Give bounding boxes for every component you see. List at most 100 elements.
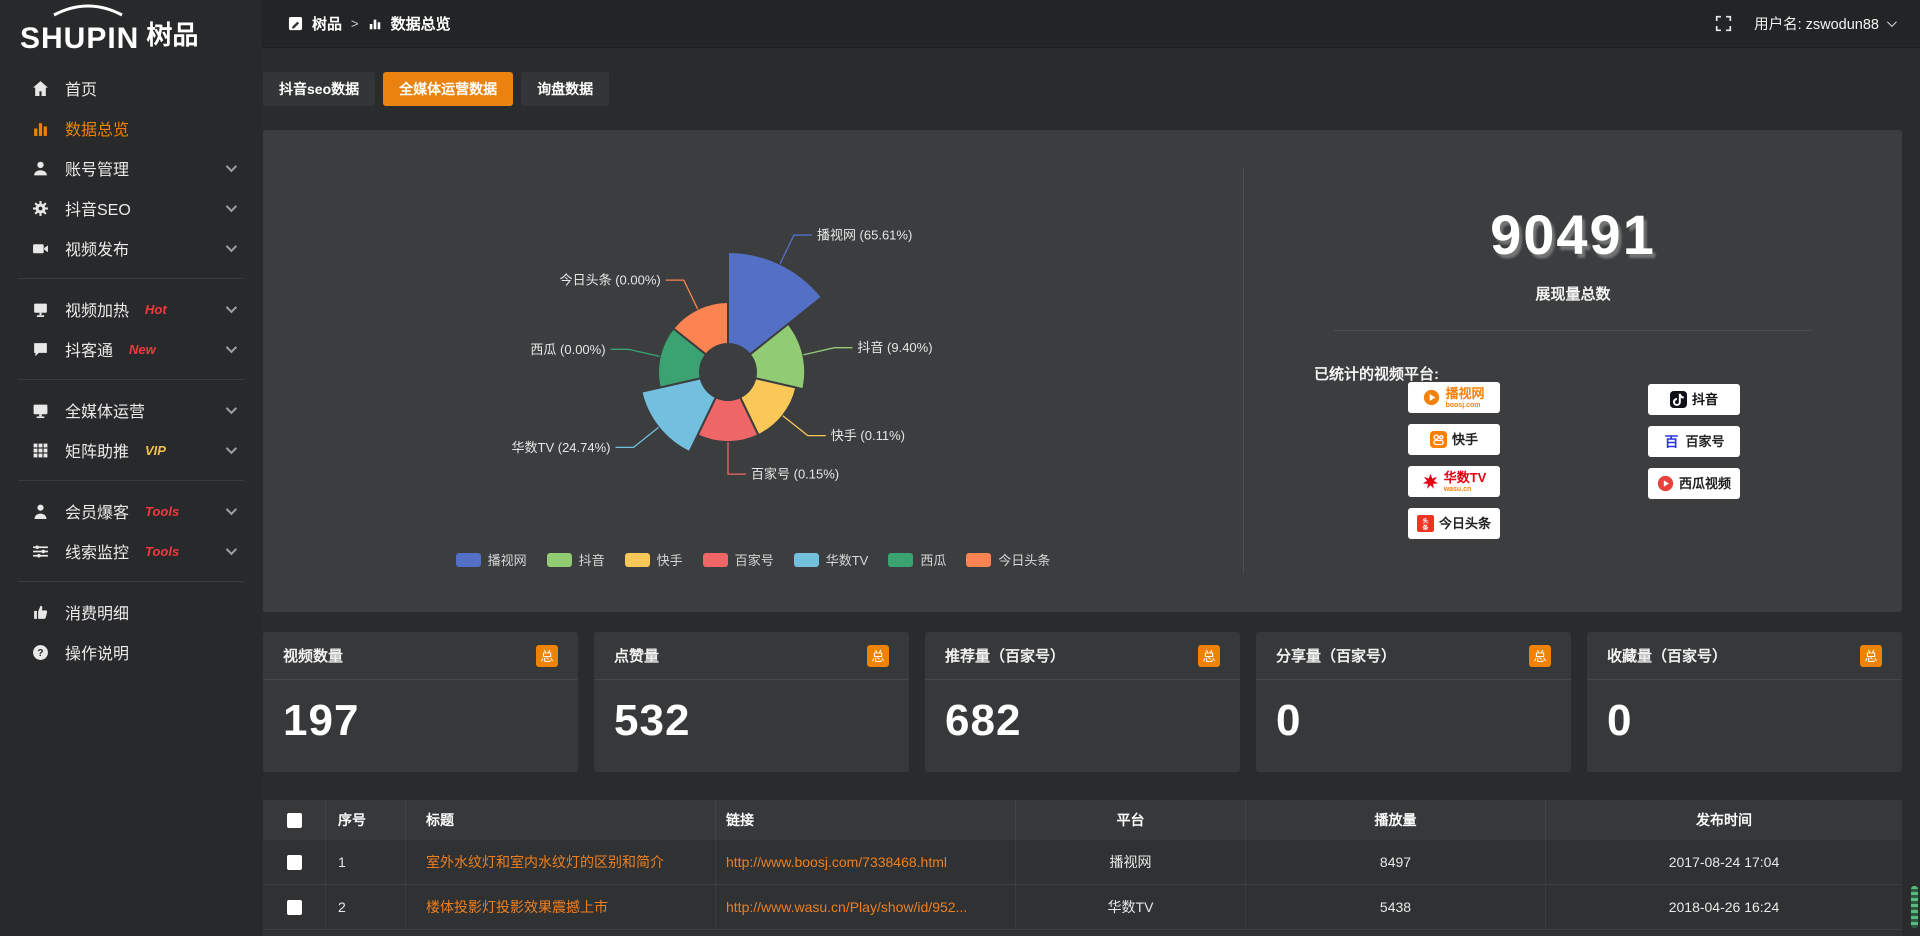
cell-no: 1 xyxy=(325,840,405,884)
tab-2[interactable]: 询盘数据 xyxy=(521,72,609,106)
breadcrumb-separator: > xyxy=(351,16,359,31)
select-all-checkbox-cell xyxy=(263,800,325,840)
pie-slice-4[interactable] xyxy=(641,378,715,452)
douyin-icon xyxy=(1670,391,1687,408)
stat-card-total-badge[interactable]: 总 xyxy=(867,645,889,667)
pie-label-3: 百家号 (0.15%) xyxy=(751,467,839,482)
sidebar-item-matrix-boost[interactable]: 矩阵助推 VIP xyxy=(0,430,262,470)
breadcrumb-root-icon xyxy=(288,16,303,31)
column-header-4: 播放量 xyxy=(1245,800,1545,840)
legend-item-6[interactable]: 今日头条 xyxy=(966,550,1050,569)
sidebar-item-consume-detail[interactable]: 消费明细 xyxy=(0,592,262,632)
legend-label: 华数TV xyxy=(826,550,869,569)
platform-badge-1: 快手 xyxy=(1408,424,1500,455)
sidebar-item-account-manage[interactable]: 账号管理 xyxy=(0,148,262,188)
stat-card-2: 推荐量（百家号） 总 682 xyxy=(925,632,1240,772)
overview-panel: 播视网 (65.61%)抖音 (9.40%)快手 (0.11%)百家号 (0.1… xyxy=(263,130,1902,612)
screen-icon xyxy=(30,299,50,319)
bill-icon xyxy=(30,602,50,622)
pie-label-line-6 xyxy=(666,280,698,309)
sidebar-item-data-overview[interactable]: 数据总览 xyxy=(0,108,262,148)
summary-panel: 90491 展现量总数 已统计的视频平台: 播视网 boosj.com 快手 华… xyxy=(1244,130,1902,612)
sidebar-item-video-publish[interactable]: 视频发布 xyxy=(0,228,262,268)
total-impressions-label: 展现量总数 xyxy=(1244,283,1902,304)
sidebar-item-member-baoke[interactable]: 会员爆客 Tools xyxy=(0,491,262,531)
pie-label-line-4 xyxy=(616,427,659,447)
column-header-0: 序号 xyxy=(325,800,405,840)
stat-card-0: 视频数量 总 197 xyxy=(263,632,578,772)
chevron-down-icon xyxy=(226,544,237,555)
page-scrollbar-thumb[interactable] xyxy=(1911,886,1918,928)
legend-item-1[interactable]: 抖音 xyxy=(547,550,605,569)
stat-card-4: 收藏量（百家号） 总 0 xyxy=(1587,632,1902,772)
column-header-5: 发布时间 xyxy=(1545,800,1902,840)
tab-0[interactable]: 抖音seo数据 xyxy=(263,72,375,106)
sidebar-item-help[interactable]: ? 操作说明 xyxy=(0,632,262,672)
fullscreen-icon[interactable] xyxy=(1715,15,1732,32)
app-logo[interactable]: SHUPIN 树品 xyxy=(0,0,262,62)
platform-badge-3: 头条 今日头条 xyxy=(1408,508,1500,539)
table-row-1: 2 楼体投影灯投影效果震撼上市 http://www.wasu.cn/Play/… xyxy=(263,885,1902,930)
stat-card-total-badge[interactable]: 总 xyxy=(1860,645,1882,667)
pie-label-line-2 xyxy=(783,416,826,436)
sidebar-menu: 首页 数据总览 账号管理 抖音SEO 视频发布 视频加热 Hot 抖客通 New xyxy=(0,68,262,672)
stat-card-total-badge[interactable]: 总 xyxy=(1529,645,1551,667)
total-impressions-value: 90491 xyxy=(1244,202,1902,267)
menu-divider xyxy=(18,379,244,380)
legend-swatch xyxy=(625,553,650,567)
legend-label: 播视网 xyxy=(488,550,527,569)
row-checkbox[interactable] xyxy=(287,900,302,915)
cell-time: 2017-08-24 17:04 xyxy=(1545,840,1902,884)
sidebar-item-douketong[interactable]: 抖客通 New xyxy=(0,329,262,369)
platform-badge-0: 播视网 boosj.com xyxy=(1408,382,1500,413)
platform-column-left: 播视网 boosj.com 快手 华数TV wasu.cn 头条 今日头条 xyxy=(1408,382,1500,550)
sidebar-item-omni-media[interactable]: 全媒体运营 xyxy=(0,390,262,430)
horizontal-divider xyxy=(1334,330,1812,331)
breadcrumb-current[interactable]: 数据总览 xyxy=(391,13,451,34)
stat-card-value: 197 xyxy=(263,680,578,746)
sidebar-item-home[interactable]: 首页 xyxy=(0,68,262,108)
sidebar-item-clue-monitor[interactable]: 线索监控 Tools xyxy=(0,531,262,571)
person-icon xyxy=(30,501,50,521)
table-body: 1 室外水纹灯和室内水纹灯的区别和简介 http://www.boosj.com… xyxy=(263,840,1902,930)
user-menu[interactable]: 用户名: zswodun88 xyxy=(1754,13,1894,34)
legend-item-0[interactable]: 播视网 xyxy=(456,550,527,569)
bar-chart-icon xyxy=(30,118,50,138)
sidebar-item-douyin-seo[interactable]: 抖音SEO xyxy=(0,188,262,228)
select-all-checkbox[interactable] xyxy=(287,813,302,828)
table-row-0: 1 室外水纹灯和室内水纹灯的区别和简介 http://www.boosj.com… xyxy=(263,840,1902,885)
rose-chart: 播视网 (65.61%)抖音 (9.40%)快手 (0.11%)百家号 (0.1… xyxy=(263,130,1243,612)
legend-item-4[interactable]: 华数TV xyxy=(794,550,869,569)
tab-1[interactable]: 全媒体运营数据 xyxy=(383,72,513,106)
legend-item-3[interactable]: 百家号 xyxy=(703,550,774,569)
sidebar-item-video-heat[interactable]: 视频加热 Hot xyxy=(0,289,262,329)
legend-swatch xyxy=(456,553,481,567)
menu-badge: Tools xyxy=(145,504,179,519)
legend-label: 快手 xyxy=(657,550,683,569)
table-header-row: 序号标题链接平台播放量发布时间 xyxy=(263,800,1902,840)
chat-icon xyxy=(30,339,50,359)
cell-link[interactable]: http://www.wasu.cn/Play/show/id/952... xyxy=(715,885,1015,929)
stat-card-value: 0 xyxy=(1587,680,1902,746)
row-checkbox[interactable] xyxy=(287,855,302,870)
cell-no: 2 xyxy=(325,885,405,929)
chevron-down-icon xyxy=(226,201,237,212)
stat-card-total-badge[interactable]: 总 xyxy=(536,645,558,667)
legend-item-5[interactable]: 西瓜 xyxy=(888,550,946,569)
legend-item-2[interactable]: 快手 xyxy=(625,550,683,569)
cell-title[interactable]: 楼体投影灯投影效果震撼上市 xyxy=(405,885,715,929)
breadcrumb-root[interactable]: 树品 xyxy=(312,13,342,34)
stat-card-3: 分享量（百家号） 总 0 xyxy=(1256,632,1571,772)
legend-swatch xyxy=(888,553,913,567)
cell-title[interactable]: 室外水纹灯和室内水纹灯的区别和简介 xyxy=(405,840,715,884)
legend-swatch xyxy=(966,553,991,567)
cell-link[interactable]: http://www.boosj.com/7338468.html xyxy=(715,840,1015,884)
pie-label-6: 今日头条 (0.00%) xyxy=(560,273,661,288)
chevron-down-icon xyxy=(226,302,237,313)
chevron-down-icon xyxy=(226,443,237,454)
legend-swatch xyxy=(703,553,728,567)
video-icon xyxy=(30,238,50,258)
stat-card-total-badge[interactable]: 总 xyxy=(1198,645,1220,667)
pie-label-line-0 xyxy=(780,235,812,264)
cell-platform: 播视网 xyxy=(1015,840,1245,884)
